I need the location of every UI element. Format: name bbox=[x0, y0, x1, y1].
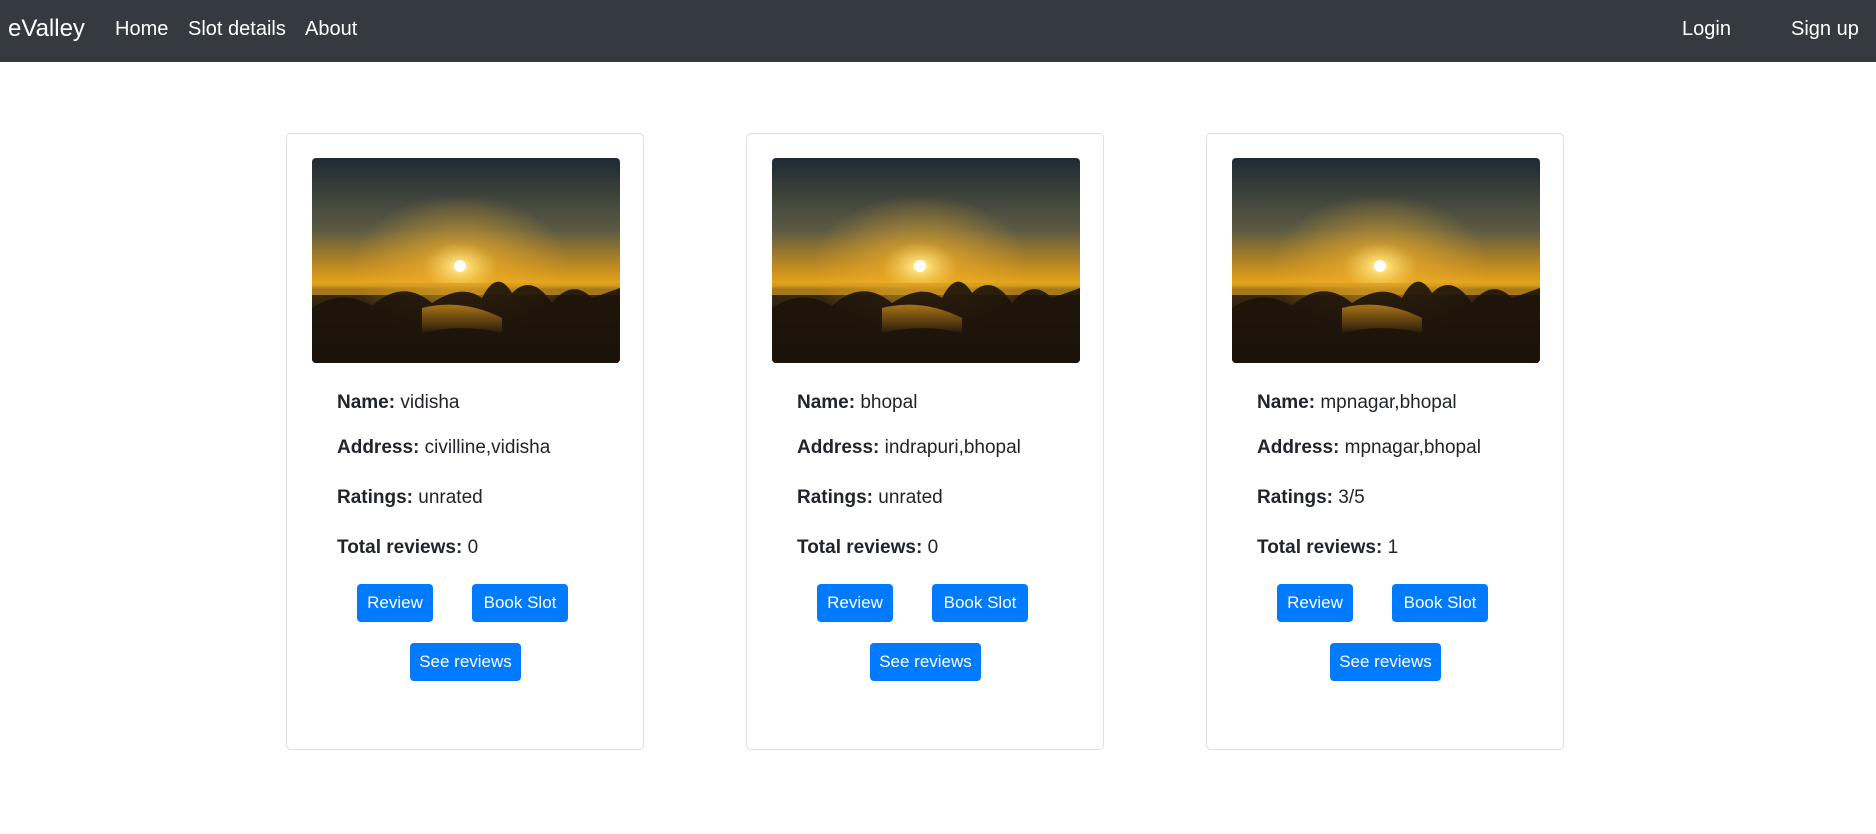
total-reviews-value: 1 bbox=[1387, 537, 1399, 558]
address-label: Address: bbox=[1257, 437, 1340, 458]
review-button[interactable]: Review bbox=[357, 584, 433, 622]
sunset-beach-photo-icon bbox=[772, 158, 1080, 363]
brand-logo[interactable]: eValley bbox=[8, 13, 85, 45]
ratings-label: Ratings: bbox=[1257, 487, 1333, 508]
address-value: mpnagar,bhopal bbox=[1344, 437, 1481, 458]
login-link[interactable]: Login bbox=[1682, 16, 1731, 42]
slot-name: Name: bhopal bbox=[797, 390, 917, 416]
top-navbar: eValley Home Slot details About Login Si… bbox=[0, 0, 1876, 62]
total-reviews-value: 0 bbox=[927, 537, 939, 558]
address-value: civilline,vidisha bbox=[424, 437, 551, 458]
slot-ratings: Ratings: unrated bbox=[797, 485, 943, 511]
name-value: mpnagar,bhopal bbox=[1320, 392, 1457, 413]
sunset-beach-photo-icon bbox=[1232, 158, 1540, 363]
address-value: indrapuri,bhopal bbox=[884, 437, 1021, 458]
ratings-value: unrated bbox=[878, 487, 943, 508]
slot-card: Name: bhopal Address: indrapuri,bhopal R… bbox=[746, 133, 1104, 750]
ratings-value: unrated bbox=[418, 487, 483, 508]
slot-name: Name: mpnagar,bhopal bbox=[1257, 390, 1457, 416]
name-value: bhopal bbox=[860, 392, 918, 413]
ratings-value: 3/5 bbox=[1338, 487, 1365, 508]
name-label: Name: bbox=[1257, 392, 1316, 413]
see-reviews-button[interactable]: See reviews bbox=[410, 643, 521, 681]
review-button[interactable]: Review bbox=[817, 584, 893, 622]
slot-card: Name: vidisha Address: civilline,vidisha… bbox=[286, 133, 644, 750]
total-reviews-label: Total reviews: bbox=[1257, 537, 1383, 558]
slot-address: Address: indrapuri,bhopal bbox=[797, 435, 1021, 461]
name-label: Name: bbox=[337, 392, 396, 413]
nav-home-link[interactable]: Home bbox=[115, 16, 168, 42]
slot-ratings: Ratings: 3/5 bbox=[1257, 485, 1365, 511]
slot-total-reviews: Total reviews: 0 bbox=[337, 535, 478, 561]
book-slot-button[interactable]: Book Slot bbox=[932, 584, 1028, 622]
review-button[interactable]: Review bbox=[1277, 584, 1353, 622]
see-reviews-button[interactable]: See reviews bbox=[870, 643, 981, 681]
slot-card: Name: mpnagar,bhopal Address: mpnagar,bh… bbox=[1206, 133, 1564, 750]
nav-slot-details-link[interactable]: Slot details bbox=[188, 16, 286, 42]
address-label: Address: bbox=[337, 437, 420, 458]
book-slot-button[interactable]: Book Slot bbox=[1392, 584, 1488, 622]
total-reviews-label: Total reviews: bbox=[337, 537, 463, 558]
slot-total-reviews: Total reviews: 1 bbox=[1257, 535, 1398, 561]
ratings-label: Ratings: bbox=[337, 487, 413, 508]
book-slot-button[interactable]: Book Slot bbox=[472, 584, 568, 622]
sunset-beach-photo-icon bbox=[312, 158, 620, 363]
slot-ratings: Ratings: unrated bbox=[337, 485, 483, 511]
slot-address: Address: mpnagar,bhopal bbox=[1257, 435, 1481, 461]
nav-about-link[interactable]: About bbox=[305, 16, 357, 42]
slot-total-reviews: Total reviews: 0 bbox=[797, 535, 938, 561]
ratings-label: Ratings: bbox=[797, 487, 873, 508]
slot-address: Address: civilline,vidisha bbox=[337, 435, 550, 461]
address-label: Address: bbox=[797, 437, 880, 458]
total-reviews-label: Total reviews: bbox=[797, 537, 923, 558]
slot-name: Name: vidisha bbox=[337, 390, 460, 416]
name-value: vidisha bbox=[400, 392, 460, 413]
signup-link[interactable]: Sign up bbox=[1791, 16, 1859, 42]
see-reviews-button[interactable]: See reviews bbox=[1330, 643, 1441, 681]
name-label: Name: bbox=[797, 392, 856, 413]
total-reviews-value: 0 bbox=[467, 537, 479, 558]
